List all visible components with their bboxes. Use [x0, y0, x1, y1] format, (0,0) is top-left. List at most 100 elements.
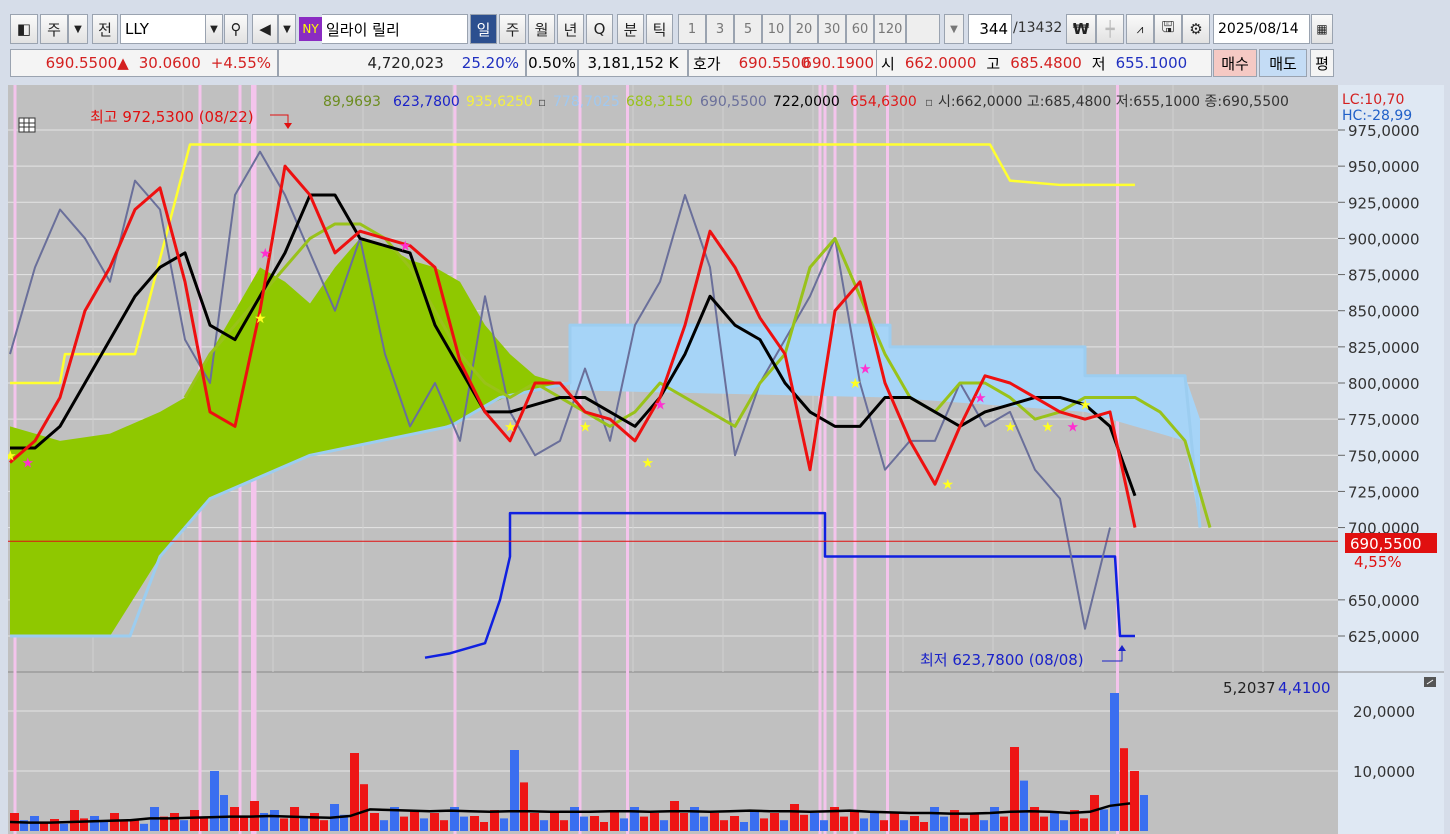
candle-icon[interactable]: ┿ — [1096, 14, 1124, 44]
price-chart[interactable]: ★★★ ★★★★★ ★★★★ ★★★★★975,0000950,0000925,000… — [8, 85, 1444, 834]
sell-button[interactable]: 매도 — [1259, 49, 1307, 77]
tab-day[interactable]: 일 — [470, 14, 497, 44]
volume-bar — [1000, 816, 1008, 831]
volume-bar — [190, 810, 199, 831]
y-tick-label: 775,0000 — [1348, 411, 1420, 429]
tab-tick[interactable]: 틱 — [646, 14, 673, 44]
volume-bar — [470, 816, 479, 831]
interval-3[interactable]: 3 — [706, 14, 734, 44]
volume-bar — [710, 813, 719, 831]
buy-button[interactable]: 매수 — [1213, 49, 1257, 77]
chevron-down-icon[interactable]: ▼ — [68, 14, 88, 44]
signal-star-icon: ★ — [22, 456, 35, 472]
gear-icon[interactable]: ⚙ — [1182, 14, 1210, 44]
avg-button[interactable]: 평 — [1310, 49, 1334, 77]
calendar-icon[interactable]: ▦ — [1311, 14, 1333, 44]
volume-bar — [280, 818, 288, 831]
layout-icon[interactable]: ◧ — [10, 14, 38, 44]
volume-bar — [440, 820, 448, 831]
volume-bar — [620, 818, 628, 831]
currency-icon[interactable]: ₩ — [1066, 14, 1096, 44]
interval-20[interactable]: 20 — [790, 14, 818, 44]
speaker-icon[interactable]: ◀ — [252, 14, 278, 44]
signal-star-icon: ★ — [974, 390, 987, 406]
date-input[interactable]: 2025/08/14 — [1213, 14, 1310, 44]
volume-bar — [290, 807, 299, 831]
interval-120[interactable]: 120 — [874, 14, 906, 44]
volume-bar — [640, 816, 648, 831]
tab-week[interactable]: 주 — [499, 14, 526, 44]
maximize-icon[interactable] — [1424, 677, 1436, 687]
tab-year[interactable]: 년 — [557, 14, 584, 44]
tab-quarter[interactable]: Q — [586, 14, 613, 44]
legend-v2: 623,7800 — [393, 94, 460, 110]
count-input[interactable]: 344 — [968, 14, 1012, 44]
chevron-down-icon[interactable]: ▼ — [205, 14, 223, 44]
bid-label: 호가 — [693, 54, 721, 73]
volume-tick-label: 20,0000 — [1353, 703, 1415, 721]
y-tick-label: 975,0000 — [1348, 122, 1420, 140]
ask-value: 690.1900 — [802, 54, 874, 72]
volume-bar — [1040, 816, 1048, 831]
volume-bar — [170, 813, 179, 831]
volume-value-b: 4,4100 — [1278, 679, 1331, 697]
legend-v7: 722,0000 — [773, 94, 840, 110]
change: 30.0600 — [138, 54, 201, 72]
stock-name-field[interactable]: 일라이 릴리 — [322, 14, 468, 44]
y-tick-label: 850,0000 — [1348, 303, 1420, 321]
price-tag-value: 690,5500 — [1350, 535, 1422, 553]
tab-minute[interactable]: 분 — [617, 14, 644, 44]
low: 655.1000 — [1115, 54, 1188, 72]
signal-star-icon: ★ — [399, 239, 412, 255]
volume-bar — [940, 816, 948, 831]
volume-box: 4,720,023 25.20% — [278, 49, 526, 77]
volume-bar — [350, 753, 359, 831]
y-tick-label: 875,0000 — [1348, 267, 1420, 285]
y-tick-label: 950,0000 — [1348, 158, 1420, 176]
ask: 690.1900 — [774, 49, 874, 77]
save-icon[interactable]: 🖫 — [1154, 14, 1182, 44]
volume-bar — [430, 813, 439, 831]
price-box: 690.5500▲ 30.0600 +4.55% — [10, 49, 278, 77]
interval-30[interactable]: 30 — [818, 14, 846, 44]
volume-bar — [210, 771, 219, 831]
volume-bar — [930, 807, 939, 831]
volume-bar — [420, 818, 428, 831]
volume-bar — [850, 810, 859, 831]
add-indicator-icon[interactable]: ⩘ — [1126, 14, 1154, 44]
tab-month[interactable]: 월 — [528, 14, 555, 44]
grid-toggle-icon[interactable] — [18, 117, 36, 133]
search-icon[interactable]: ⚲ — [224, 14, 248, 44]
chevron-down-icon[interactable]: ▼ — [278, 14, 296, 44]
volume-bar — [120, 820, 128, 831]
volume-bar — [360, 784, 368, 831]
volume-bar — [1110, 693, 1119, 831]
symbol-input[interactable]: LLY — [120, 14, 206, 44]
period-select[interactable]: 주 — [40, 14, 68, 44]
signal-star-icon: ★ — [254, 311, 267, 327]
low-annotation: 최저 623,7800 (08/08) — [920, 651, 1084, 669]
legend-box-icon: ▫ — [925, 95, 933, 109]
interval-10[interactable]: 10 — [762, 14, 790, 44]
volume-bar — [680, 813, 688, 831]
volume-bar — [60, 823, 68, 831]
chevron-down-icon[interactable]: ▼ — [944, 14, 964, 44]
volume-bar — [310, 813, 319, 831]
volume-bar — [490, 810, 499, 831]
lc-value: LC:10,70 — [1342, 92, 1404, 108]
custom-interval[interactable] — [906, 14, 940, 44]
volume-bar — [980, 820, 988, 831]
volume-bar — [1080, 818, 1088, 831]
interval-60[interactable]: 60 — [846, 14, 874, 44]
high: 685.4800 — [1010, 54, 1082, 72]
volume-bar — [1050, 813, 1059, 831]
interval-5[interactable]: 5 — [734, 14, 762, 44]
volume-bar — [90, 816, 99, 831]
signal-star-icon: ★ — [259, 246, 272, 262]
count-total: /13432 — [1013, 20, 1063, 36]
interval-1[interactable]: 1 — [678, 14, 706, 44]
volume-bar — [820, 820, 828, 831]
volume-bar — [270, 810, 279, 831]
prev-button[interactable]: 전 — [92, 14, 118, 44]
open-label: 시 — [881, 54, 895, 73]
